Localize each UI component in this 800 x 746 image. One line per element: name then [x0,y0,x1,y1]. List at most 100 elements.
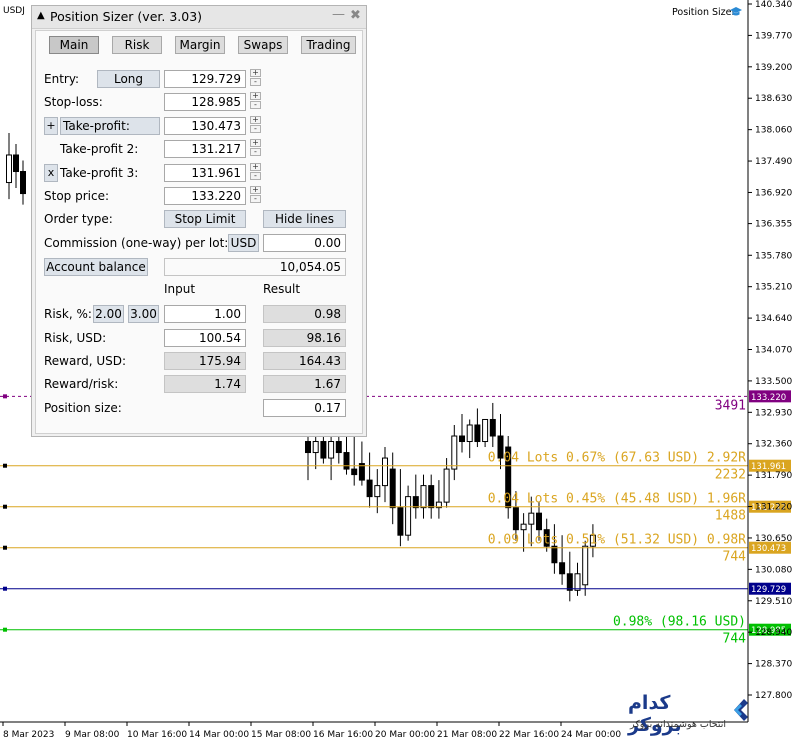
candle-body [6,154,12,184]
take-profit-points-label: 744 [723,550,747,565]
risk-usd-label: Risk, USD: [44,331,107,345]
indicator-label: Position Sizer [672,7,736,18]
price-tick-label: 134.640 [755,314,792,324]
price-tick-label: 139.200 [755,63,792,73]
candle [412,474,419,519]
price-axis: 140.340 139.770 139.200 138.630 138.060 137.4… [747,0,792,722]
entry-handle[interactable] [3,586,7,591]
time-tick-label: 10 Mar 16:00 [127,730,187,740]
collapse-triangle-icon[interactable]: ▲ [37,10,45,21]
commission-currency-button[interactable]: USD [228,234,259,252]
stoploss-increment[interactable]: + [250,92,261,100]
stop-loss-handle[interactable] [3,627,7,632]
price-tick-label: 138.060 [755,126,792,136]
stoploss-decrement[interactable]: - [250,101,261,109]
price-tick-label: 131.220 [755,503,792,513]
take-profit-3-info-label: 0.04 Lots 0.67% (67.63 USD) 2.92R [488,451,746,466]
panel-title: Position Sizer (ver. 3.03) [50,9,203,24]
take-profit-3-handle[interactable] [3,463,7,468]
stop-price-handle[interactable] [3,394,7,399]
candle-body [459,435,465,443]
minimize-icon[interactable]: — [332,7,345,22]
candle-body [512,507,519,531]
take-profit-field[interactable]: 130.473 [164,117,246,135]
candle-body [374,485,381,498]
result-column-header: Result [263,282,301,296]
close-icon[interactable]: ✖ [350,8,361,23]
candle [366,452,373,508]
reward-usd-label: Reward, USD: [44,354,127,368]
candle-body [528,512,535,525]
price-tick-label: 130.650 [755,534,792,544]
candle [466,419,473,459]
stoploss-field[interactable]: 128.985 [164,93,246,111]
entry-price-tag-text: 129.729 [751,585,786,595]
stoploss-label: Stop-loss: [44,95,103,109]
entry-level[interactable]: 129.729 [0,582,791,596]
account-balance-button[interactable]: Account balance [44,258,148,276]
price-tick-label: 128.370 [755,660,792,670]
panel-title-bar[interactable]: ▲ Position Sizer (ver. 3.03) — ✖ [32,6,366,29]
price-tick-label: 132.360 [755,440,792,450]
candle [474,408,481,448]
stop-price-points-label: 3491 [715,398,746,413]
candle [459,413,465,453]
commission-field[interactable]: 0.00 [263,234,346,252]
add-take-profit-button[interactable]: + [44,117,58,135]
time-tick-label: 8 Mar 2023 [3,730,54,740]
stop-price-field[interactable]: 133.220 [164,187,246,205]
candle-body [489,418,496,437]
candle [389,452,396,525]
take-profit-2-handle[interactable] [3,504,7,509]
remove-take-profit-button[interactable]: x [44,164,58,182]
commission-label: Commission (one-way) per lot: [44,236,229,250]
take-profit-2-increment[interactable]: + [250,139,261,147]
tab-swaps[interactable]: Swaps [238,36,288,54]
tab-risk[interactable]: Risk [112,36,162,54]
candle [574,562,581,596]
price-tick-label: 135.210 [755,283,792,293]
take-profit-level[interactable]: 130.473 0.09 Lots 0.51% (51.32 USD) 0.98R… [0,533,791,565]
tab-main[interactable]: Main [49,36,99,54]
hide-lines-button[interactable]: Hide lines [263,210,346,228]
take-profit-2-points-label: 1488 [715,509,746,524]
account-balance-field: 10,054.05 [164,258,346,276]
tab-trading[interactable]: Trading [301,36,356,54]
position-sizer-panel: ▲ Position Sizer (ver. 3.03) — ✖ Main Ri… [31,5,367,437]
candle [482,418,489,448]
stop-price-increment[interactable]: + [250,186,261,194]
take-profit-button[interactable]: Take-profit: [60,117,160,135]
tab-margin[interactable]: Margin [175,36,225,54]
price-tick-label: 140.340 [755,0,792,10]
take-profit-3-decrement[interactable]: - [250,172,261,180]
time-tick-label: 16 Mar 16:00 [313,730,373,740]
risk-preset-2-button[interactable]: 2.00 [93,305,124,323]
risk-percent-input[interactable]: 1.00 [164,305,246,323]
price-tick-label: 129.510 [755,597,792,607]
price-tick-label: 138.630 [755,94,792,104]
take-profit-2-decrement[interactable]: - [250,148,261,156]
position-size-field[interactable]: 0.17 [263,399,346,417]
take-profit-3-field[interactable]: 131.961 [164,164,246,182]
candle-body [312,441,319,454]
take-profit-decrement[interactable]: - [250,125,261,133]
entry-increment[interactable]: + [250,69,261,77]
take-profit-3-increment[interactable]: + [250,163,261,171]
take-profit-increment[interactable]: + [250,116,261,124]
candle-body [13,154,19,173]
take-profit-2-field[interactable]: 131.217 [164,140,246,158]
order-type-button[interactable]: Stop Limit [164,210,246,228]
take-profit-handle[interactable] [3,545,7,550]
brand-logo: کدام بروکر انتخاب هوشمندانه بروکر [628,692,756,740]
reward-risk-result: 1.67 [263,375,346,393]
entry-field[interactable]: 129.729 [164,70,246,88]
stop-price-decrement[interactable]: - [250,195,261,203]
direction-button[interactable]: Long [97,70,160,88]
take-profit-2-info-label: 0.04 Lots 0.45% (45.48 USD) 1.96R [488,492,746,507]
stop-loss-level[interactable]: 128.9850.98% (98.16 USD)744 [0,615,791,647]
risk-preset-3-button[interactable]: 3.00 [128,305,159,323]
take-profit-2-label: Take-profit 2: [60,142,139,156]
price-tick-label: 136.355 [755,220,792,230]
entry-decrement[interactable]: - [250,78,261,86]
risk-usd-input[interactable]: 100.54 [164,329,246,347]
